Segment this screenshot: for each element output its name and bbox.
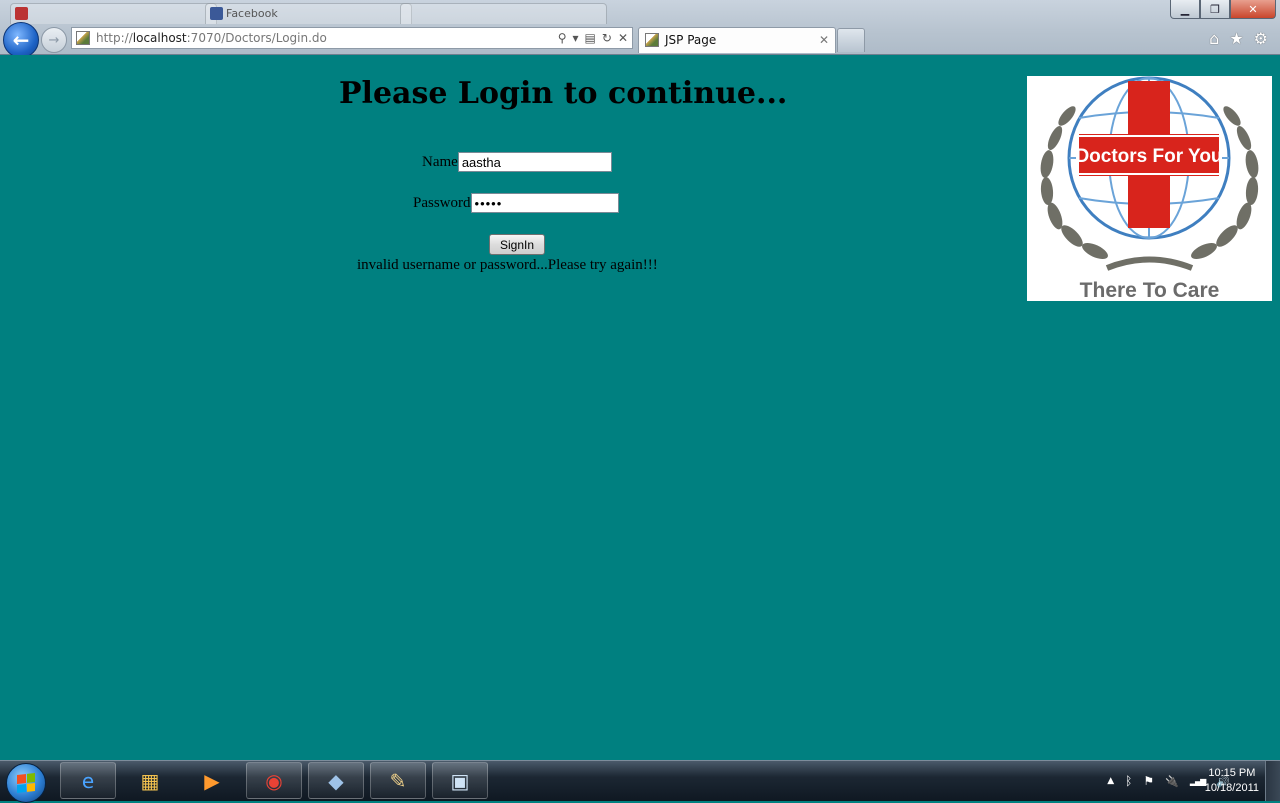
new-tab-button[interactable] bbox=[837, 28, 865, 52]
close-tab-icon[interactable]: ✕ bbox=[819, 28, 829, 52]
windows-taskbar: e ▦ ▶ ◉ ◆ ✎ ▣ ▲ ᛒ ⚑ 🔌 ▂▄▆ 🔊 10:15 PM 10/18/201… bbox=[0, 760, 1280, 803]
home-icon[interactable]: ⌂ bbox=[1209, 29, 1219, 48]
forward-button[interactable]: → bbox=[41, 27, 67, 53]
taskbar-button[interactable]: ▶ bbox=[184, 762, 240, 799]
start-button[interactable] bbox=[6, 763, 46, 803]
password-input[interactable] bbox=[470, 193, 619, 213]
favorites-star-icon[interactable]: ★ bbox=[1229, 29, 1243, 48]
page-content: Please Login to continue... Name Passwor… bbox=[0, 55, 1280, 760]
stop-icon[interactable]: ✕ bbox=[618, 28, 628, 48]
taskbar-button[interactable]: ▦ bbox=[122, 762, 178, 799]
tab-jsp-page[interactable]: JSP Page ✕ bbox=[638, 27, 836, 53]
taskbar-button[interactable]: ◉ bbox=[246, 762, 302, 799]
name-row: Name bbox=[422, 152, 612, 172]
name-input[interactable] bbox=[457, 152, 612, 172]
signin-button[interactable]: SignIn bbox=[489, 234, 545, 255]
browser-chrome: Facebook ▁ ❐ ✕ ← → http://localhost:7070… bbox=[0, 0, 1280, 58]
background-tab[interactable] bbox=[400, 3, 607, 24]
doctors-for-you-logo: Doctors For You There To Care bbox=[1027, 76, 1272, 301]
taskbar-button[interactable]: ✎ bbox=[370, 762, 426, 799]
forward-arrow-icon: → bbox=[48, 32, 60, 48]
refresh-icon[interactable]: ↻ bbox=[602, 28, 612, 48]
error-message: invalid username or password...Please tr… bbox=[357, 257, 658, 273]
taskbar-button[interactable]: ▣ bbox=[432, 762, 488, 799]
taskbar-button[interactable]: e bbox=[60, 762, 116, 799]
background-tab[interactable] bbox=[10, 3, 217, 24]
logo-tagline: There To Care bbox=[1079, 279, 1220, 301]
bluetooth-icon[interactable]: ᛒ bbox=[1125, 774, 1132, 788]
tab-favicon-icon bbox=[645, 33, 659, 47]
show-desktop-button[interactable] bbox=[1265, 761, 1280, 801]
clock-time: 10:15 PM bbox=[1208, 767, 1256, 779]
address-bar[interactable]: http://localhost:7070/Doctors/Login.do ⚲… bbox=[71, 27, 633, 49]
facebook-favicon-icon bbox=[210, 7, 223, 20]
minimize-button[interactable]: ▁ bbox=[1170, 0, 1200, 19]
compatibility-view-icon[interactable]: ▤ bbox=[585, 28, 596, 48]
presentation-icon: ▣ bbox=[450, 768, 470, 793]
clock[interactable]: 10:15 PM 10/18/2011 bbox=[1205, 766, 1259, 796]
media-player-icon: ▶ bbox=[204, 768, 220, 793]
address-url[interactable]: http://localhost:7070/Doctors/Login.do bbox=[96, 28, 327, 48]
url-scheme: http:// bbox=[96, 31, 133, 45]
network-signal-icon[interactable]: ▂▄▆ bbox=[1190, 777, 1207, 786]
close-window-button[interactable]: ✕ bbox=[1230, 0, 1276, 19]
clock-date: 10/18/2011 bbox=[1204, 782, 1259, 794]
window-controls: ▁ ❐ ✕ bbox=[1170, 0, 1276, 20]
action-center-flag-icon[interactable]: ⚑ bbox=[1143, 774, 1154, 788]
windows-logo-icon bbox=[17, 773, 35, 793]
logo-emblem-icon: Doctors For You bbox=[1040, 76, 1259, 271]
url-host: localhost bbox=[132, 31, 187, 45]
back-button[interactable]: ← bbox=[3, 22, 39, 58]
logo-banner-text: Doctors For You bbox=[1075, 146, 1222, 167]
background-tab-facebook[interactable]: Facebook bbox=[205, 3, 412, 24]
virtualbox-icon: ◆ bbox=[328, 768, 344, 793]
tab-favicon-icon bbox=[15, 7, 28, 20]
show-hidden-icons-icon[interactable]: ▲ bbox=[1107, 776, 1114, 786]
file-explorer-icon: ▦ bbox=[140, 768, 160, 793]
back-arrow-icon: ← bbox=[12, 28, 30, 52]
address-bar-buttons: ⚲ ▾ ▤ ↻ ✕ bbox=[558, 28, 628, 48]
dropdown-icon[interactable]: ▾ bbox=[573, 28, 579, 48]
power-plug-icon[interactable]: 🔌 bbox=[1165, 775, 1179, 788]
url-path: :7070/Doctors/Login.do bbox=[186, 31, 327, 45]
chrome-icon: ◉ bbox=[265, 768, 283, 793]
taskbar-button[interactable]: ◆ bbox=[308, 762, 364, 799]
tab-title: JSP Page bbox=[665, 33, 717, 47]
password-label: Password bbox=[413, 194, 471, 211]
internet-explorer-icon: e bbox=[81, 768, 95, 793]
page-favicon-icon bbox=[76, 31, 90, 45]
password-row: Password bbox=[413, 193, 619, 213]
page-title: Please Login to continue... bbox=[339, 76, 788, 111]
background-tab-title: Facebook bbox=[226, 7, 278, 20]
settings-gear-icon[interactable]: ⚙ bbox=[1254, 29, 1268, 48]
maximize-button[interactable]: ❐ bbox=[1200, 0, 1230, 19]
name-label: Name bbox=[422, 153, 458, 170]
browser-toolbar: ⌂ ★ ⚙ bbox=[1209, 29, 1268, 48]
search-icon[interactable]: ⚲ bbox=[558, 28, 567, 48]
background-tab-strip: Facebook bbox=[0, 0, 1170, 24]
paint-icon: ✎ bbox=[389, 768, 407, 793]
